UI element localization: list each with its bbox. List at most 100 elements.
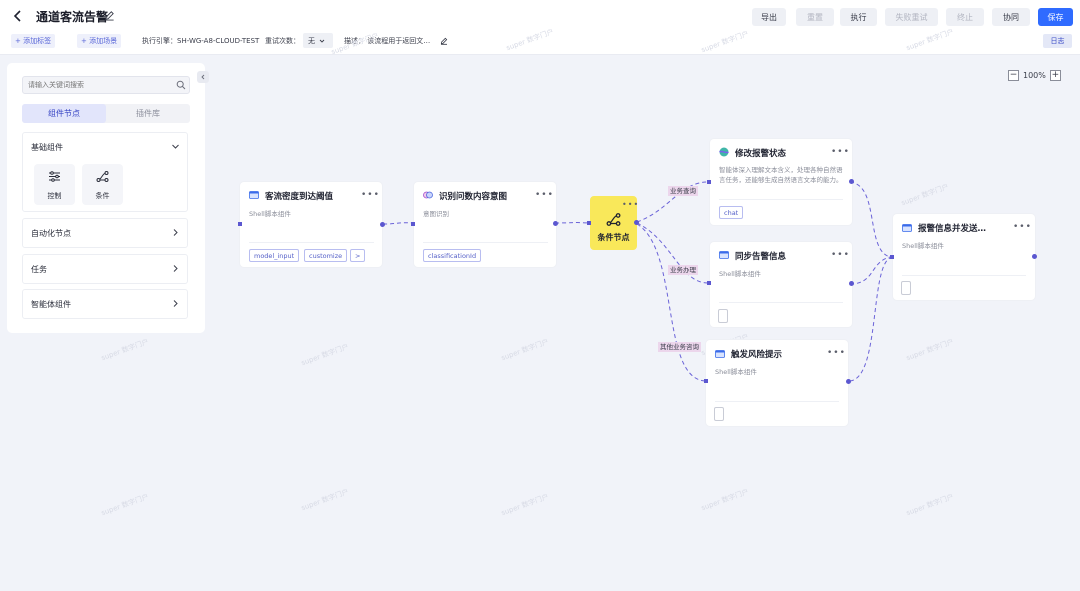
input-port[interactable] (587, 221, 591, 225)
search-icon[interactable] (176, 80, 186, 90)
retry-failed-button[interactable]: 失败重试 (885, 8, 938, 26)
component-condition[interactable]: 条件 (82, 164, 123, 205)
retry-select[interactable]: 无 (303, 33, 333, 48)
back-arrow-icon[interactable] (10, 8, 26, 24)
param-chip[interactable]: model_input (249, 249, 300, 262)
node-subtitle: Shell脚本组件 (715, 368, 757, 376)
output-port[interactable] (849, 281, 854, 286)
edge-label[interactable]: 其他业务咨询 (658, 342, 701, 352)
shell-script-icon (249, 191, 259, 199)
node-title: 条件节点 (597, 233, 630, 242)
param-chip-empty[interactable] (714, 407, 724, 421)
agent-globe-icon (719, 147, 729, 157)
brain-icon (423, 191, 433, 199)
node-divider (719, 302, 843, 303)
node-divider (902, 275, 1026, 276)
node-divider (719, 199, 843, 200)
output-port[interactable] (846, 379, 851, 384)
shell-script-icon (719, 251, 729, 259)
edge-label[interactable]: 业务办理 (668, 265, 698, 275)
node-title: 客流密度到达阈值 (265, 192, 334, 202)
engine-info: 执行引擎：SH-WG-A8-CLOUD-TEST (142, 37, 260, 45)
log-button[interactable]: 日志 (1043, 34, 1072, 48)
retry-label: 重试次数： (265, 37, 300, 45)
input-port[interactable] (704, 379, 708, 383)
watermark: super 数字门户 (100, 337, 150, 363)
section-title-automation: 自动化节点 (31, 229, 71, 238)
output-port[interactable] (634, 220, 639, 225)
section-title-agent: 智能体组件 (31, 300, 71, 309)
node-description: 智能体深入理解文本含义，处理各种自然语言任务，还能够生成自然语言文本的能力。 (719, 166, 843, 184)
component-label: 条件 (95, 192, 110, 200)
input-port[interactable] (707, 180, 711, 184)
page-title: 通道客流告警 (36, 10, 109, 24)
param-expand-chip[interactable]: > (350, 249, 366, 262)
input-port[interactable] (707, 281, 711, 285)
more-icon[interactable]: ••• (831, 251, 850, 260)
collab-button[interactable]: 协同 (992, 8, 1030, 26)
pencil-icon[interactable] (104, 10, 115, 21)
param-chip[interactable]: classificationId (423, 249, 482, 262)
node-title: 修改报警状态 (735, 149, 787, 159)
node-subtitle: 意图识别 (423, 210, 449, 218)
search-input[interactable] (22, 76, 190, 94)
export-button[interactable]: 导出 (752, 8, 786, 26)
chevron-right-icon[interactable] (171, 299, 180, 308)
chevron-down-icon (319, 39, 325, 43)
more-icon[interactable]: ••• (361, 191, 380, 200)
more-icon[interactable]: ••• (1013, 223, 1032, 232)
param-chip-empty[interactable] (718, 309, 728, 323)
zoom-out-button[interactable]: − (1008, 70, 1019, 81)
zoom-level: 100% (1023, 71, 1046, 80)
output-port[interactable] (380, 222, 385, 227)
input-port[interactable] (890, 255, 894, 259)
chevron-left-icon (201, 74, 205, 80)
watermark: super 数字门户 (905, 492, 955, 518)
chevron-down-icon[interactable] (171, 142, 180, 151)
more-icon[interactable]: ••• (831, 148, 850, 157)
stop-button[interactable]: 终止 (946, 8, 984, 26)
output-port[interactable] (849, 179, 854, 184)
add-tag-button[interactable]: + 添加标签 (11, 34, 56, 48)
zoom-in-button[interactable]: + (1049, 70, 1061, 81)
chevron-right-icon[interactable] (171, 264, 180, 273)
output-port[interactable] (553, 221, 558, 226)
param-chip[interactable]: customize (304, 249, 348, 262)
input-port[interactable] (238, 222, 242, 226)
tab-components[interactable]: 组件节点 (22, 104, 106, 123)
watermark: super 数字门户 (900, 182, 950, 208)
component-control[interactable]: 控制 (34, 164, 75, 205)
chevron-right-icon[interactable] (171, 228, 180, 237)
param-chip-empty[interactable] (901, 281, 911, 295)
param-chip[interactable]: chat (719, 206, 744, 219)
reset-button[interactable]: 重置 (796, 8, 834, 26)
flow-node-condition[interactable]: ••• 条件节点 (590, 196, 639, 250)
watermark: super 数字门户 (100, 492, 150, 518)
retry-value: 无 (308, 36, 315, 45)
watermark: super 数字门户 (300, 487, 350, 513)
watermark: super 数字门户 (905, 337, 955, 363)
run-button[interactable]: 执行 (840, 8, 877, 26)
tab-plugins[interactable]: 插件库 (106, 104, 190, 123)
node-divider (423, 242, 548, 243)
node-divider (715, 401, 839, 402)
pencil-icon[interactable] (440, 37, 448, 45)
collapse-panel-button[interactable] (197, 71, 209, 83)
watermark: super 数字门户 (300, 342, 350, 368)
node-subtitle: Shell脚本组件 (719, 270, 761, 278)
output-port[interactable] (1032, 254, 1037, 259)
more-icon[interactable]: ••• (622, 201, 639, 209)
node-title: 同步告警信息 (735, 252, 787, 262)
section-title-task: 任务 (31, 265, 47, 274)
node-title: 报警信息并发送… (918, 224, 987, 234)
add-scene-button[interactable]: + 添加场景 (77, 34, 122, 48)
save-button[interactable]: 保存 (1038, 8, 1073, 26)
more-icon[interactable]: ••• (827, 349, 846, 358)
node-divider (249, 242, 374, 243)
edge-label[interactable]: 业务查询 (668, 186, 698, 196)
node-title: 触发风险提示 (731, 350, 783, 360)
section-title-basic[interactable]: 基础组件 (31, 142, 63, 153)
zoom-control: − 100% + (1008, 70, 1061, 81)
more-icon[interactable]: ••• (535, 191, 554, 200)
input-port[interactable] (411, 222, 415, 226)
